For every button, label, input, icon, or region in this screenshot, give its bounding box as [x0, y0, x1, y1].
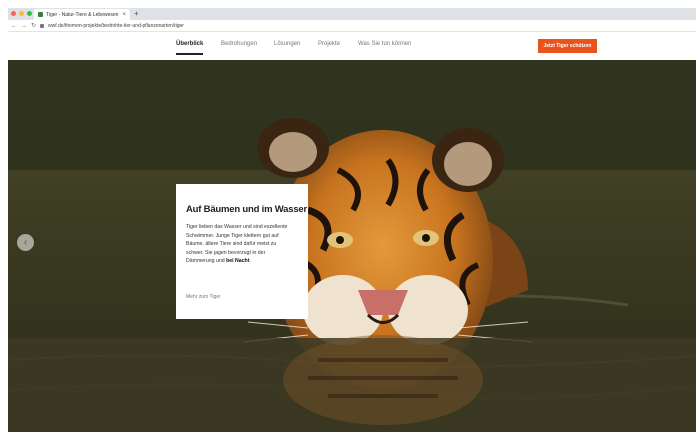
- url-input[interactable]: wwf.de/themen-projekte/bedrohte-tier-und…: [48, 23, 184, 29]
- card-body-strong: bei Nacht: [226, 258, 250, 264]
- tab-bar: Tiger - Natur-Tiere & Lebewesen × +: [8, 8, 696, 20]
- tab-title: Tiger - Natur-Tiere & Lebewesen: [46, 11, 119, 18]
- back-icon[interactable]: ←: [11, 23, 17, 29]
- hero-image: ‹ Auf Bäumen und im Wasser Tiger lieben …: [8, 60, 696, 432]
- card-body-line: Bäume, ältere Tiere sind dafür meist zu: [186, 241, 277, 247]
- minimize-window-button[interactable]: [19, 11, 24, 16]
- new-tab-button[interactable]: +: [134, 9, 139, 19]
- card-title: Auf Bäumen und im Wasser: [186, 204, 308, 215]
- window-controls: [11, 11, 32, 16]
- card-body-line: Tiger lieben das Wasser und sind exzelle…: [186, 224, 288, 230]
- nav-item-projects[interactable]: Projekte: [318, 41, 340, 47]
- browser-window: Tiger - Natur-Tiere & Lebewesen × + ← → …: [8, 8, 696, 432]
- address-bar: ← → ↻ wwf.de/themen-projekte/bedrohte-ti…: [8, 20, 696, 32]
- browser-tab[interactable]: Tiger - Natur-Tiere & Lebewesen ×: [34, 9, 130, 20]
- forward-icon[interactable]: →: [21, 23, 27, 29]
- nav-item-threats[interactable]: Bedrohungen: [221, 41, 257, 47]
- card-body-line: Dämmerung und bei Nacht: [186, 258, 250, 264]
- protect-tiger-button[interactable]: Jetzt Tiger schützen: [538, 39, 597, 53]
- nav-item-what-you-can-do[interactable]: Was Sie tun können: [358, 41, 411, 47]
- info-card: Auf Bäumen und im Wasser Tiger lieben da…: [176, 184, 308, 319]
- card-body-line: schwer. Sie jagen bevorzugt in der: [186, 249, 266, 256]
- favicon-icon: [38, 12, 43, 17]
- reload-icon[interactable]: ↻: [31, 22, 36, 29]
- card-more-link[interactable]: Mehr zum Tiger: [186, 294, 221, 300]
- site-navigation: Überblick Bedrohungen Lösungen Projekte …: [8, 32, 696, 60]
- card-body-line: Schwimmer. Junge Tiger klettern gut auf: [186, 232, 279, 239]
- close-window-button[interactable]: [11, 11, 16, 16]
- nav-item-solutions[interactable]: Lösungen: [274, 41, 300, 47]
- card-body: Tiger lieben das Wasser und sind exzelle…: [186, 223, 298, 266]
- maximize-window-button[interactable]: [27, 11, 32, 16]
- tab-close-icon[interactable]: ×: [122, 12, 126, 18]
- tiger-photo: [8, 60, 696, 432]
- lock-icon: [40, 23, 45, 28]
- nav-item-overview[interactable]: Überblick: [176, 41, 204, 55]
- prev-slide-button[interactable]: ‹: [17, 234, 34, 251]
